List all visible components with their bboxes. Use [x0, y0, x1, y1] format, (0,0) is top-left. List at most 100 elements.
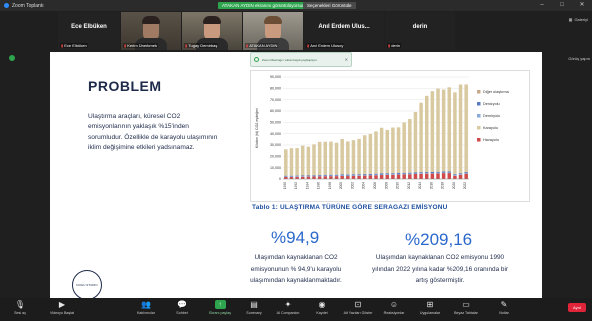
record-button[interactable]: ◉ Kaydet: [304, 300, 340, 315]
reactions-button[interactable]: ☺ Reaksiyonlar: [376, 300, 412, 315]
participant-big-name: Ece Elbüken: [71, 24, 107, 30]
y-tick-label: 30,000: [270, 143, 281, 147]
gallery-view-button[interactable]: ▦ Galeriyi: [569, 17, 588, 22]
bar-segment: [295, 175, 299, 177]
ai-companion-button[interactable]: ✦ AI Companion: [270, 300, 306, 315]
bar-segment: [374, 174, 378, 176]
chat-button[interactable]: 💬 Sohbet: [164, 300, 200, 315]
participant-video: [264, 16, 282, 40]
bar-segment: [402, 174, 406, 179]
bar-segment: [402, 172, 406, 174]
security-shield-icon[interactable]: [9, 55, 15, 61]
y-tick-label: 20,000: [270, 155, 281, 159]
bar-segment: [284, 149, 288, 176]
bar-segment: [323, 175, 328, 177]
participant-big-name: Anıl Erdem Ulus...: [318, 24, 370, 30]
bar-segment: [402, 173, 406, 175]
unmute-button[interactable]: 🎙 Sesi aç: [2, 300, 38, 315]
participant-tile[interactable]: derin ▮ derin: [385, 12, 455, 50]
bar-segment: [289, 176, 294, 179]
bar-segment: [379, 174, 384, 176]
bar-segment: [317, 141, 322, 175]
zoom-logo-icon: [4, 3, 9, 8]
summary-button[interactable]: ▤ Summary: [236, 300, 272, 315]
title-bar: Zoom Toplantı ATAKAN AYDIN ekranını görü…: [0, 0, 592, 11]
bar-segment: [289, 175, 294, 177]
bar-segment: [346, 141, 350, 175]
x-tick-label: 1998: [328, 182, 332, 189]
legend-swatch: [477, 114, 481, 118]
bar-segment: [340, 175, 344, 176]
info-icon: [254, 57, 259, 62]
bar-segment: [351, 140, 356, 175]
participant-label: ▮ Ece Elbüken: [60, 43, 88, 48]
y-tick-label: 80,000: [270, 87, 281, 91]
bar-segment: [317, 175, 322, 176]
slide-body-text: Ulaştırma araçları, küresel CO2 emisyonl…: [88, 113, 218, 152]
participant-tile[interactable]: Anıl Erdem Ulus... ▮ Anıl Erdem Ulusoy: [304, 12, 384, 50]
bar-segment: [441, 171, 446, 173]
bar-segment: [436, 88, 440, 172]
bar-segment: [419, 173, 423, 174]
participant-big-name: derin: [412, 24, 428, 30]
bar-segment: [408, 172, 412, 174]
apps-icon: ⊞: [426, 300, 434, 309]
bar-segment: [334, 174, 339, 176]
notes-button[interactable]: ✎ Notlar: [486, 300, 522, 315]
bar-segment: [424, 95, 429, 172]
bar-segment: [464, 173, 468, 174]
bar-segment: [408, 119, 412, 173]
bar-segment: [413, 174, 418, 179]
bar-segment: [441, 173, 446, 179]
bar-segment: [289, 176, 294, 177]
start-video-button[interactable]: ▶ Videoyu Başlat: [44, 300, 80, 315]
bar-segment: [351, 175, 356, 179]
participant-tile[interactable]: ▮ ATAKAN AYDIN: [243, 12, 303, 50]
captions-button[interactable]: ⊡ Alt Yazıları Göster: [340, 300, 376, 315]
bar-segment: [447, 172, 452, 174]
bar-segment: [368, 175, 373, 179]
bar-segment: [396, 174, 401, 179]
bar-segment: [424, 172, 429, 174]
x-tick-label: 2010: [396, 182, 400, 189]
bar-segment: [419, 102, 423, 172]
participant-tile[interactable]: Ece Elbüken ▮ Ece Elbüken: [58, 12, 120, 50]
bar-segment: [289, 148, 294, 176]
bar-segment: [284, 176, 288, 177]
participant-label: ▮ Anıl Erdem Ulusoy: [306, 43, 345, 48]
muted-mic-icon: ▮: [388, 43, 391, 48]
bar-segment: [453, 175, 457, 179]
maximize-button[interactable]: □: [552, 0, 572, 11]
participants-icon: 👥: [141, 300, 151, 309]
muted-mic-icon: ▮: [185, 43, 188, 48]
share-banner: Zoom Meetings / ekran kaydı paylaşılıyor…: [250, 52, 352, 67]
banner-close-icon[interactable]: ✕: [345, 57, 348, 62]
grid-icon: ▦: [568, 17, 573, 22]
bar-segment: [306, 176, 311, 179]
whiteboard-icon: ▭: [462, 300, 470, 309]
legend-swatch: [477, 90, 481, 94]
participant-tile[interactable]: ▮ Kerim Ünerkmek: [121, 12, 181, 50]
bar-segment: [408, 174, 412, 179]
view-options-button[interactable]: Seçenekleri Görüntüle: [303, 2, 356, 9]
participant-tile[interactable]: ▮ Tugay Demirbaş: [182, 12, 242, 50]
close-button[interactable]: ✕: [572, 0, 592, 11]
bar-segment: [346, 175, 350, 177]
minimize-button[interactable]: –: [532, 0, 552, 11]
bar-segment: [436, 172, 440, 174]
bar-segment: [385, 174, 390, 175]
whiteboard-button[interactable]: ▭ Beyaz Tahtalar: [448, 300, 484, 315]
bar-segment: [306, 175, 311, 177]
bar-segment: [385, 173, 390, 175]
chart-svg: 0 10,000 20,000 30,000 40,000 50,000 60,000 70,…: [255, 75, 510, 189]
bar-segment: [362, 174, 367, 176]
leave-button[interactable]: Ayrıl: [568, 303, 586, 312]
apps-button[interactable]: ⊞ Uygulamalar: [412, 300, 448, 315]
x-tick-label: 2018: [441, 182, 445, 189]
bar-segment: [357, 174, 361, 176]
participants-button[interactable]: 👥 Katılımcılar: [128, 300, 164, 315]
share-screen-button[interactable]: ↑ Ekranı paylaş: [202, 300, 238, 315]
x-tick-label: 2000: [339, 182, 343, 189]
bar-segment: [458, 84, 463, 173]
bar-segment: [413, 173, 418, 175]
